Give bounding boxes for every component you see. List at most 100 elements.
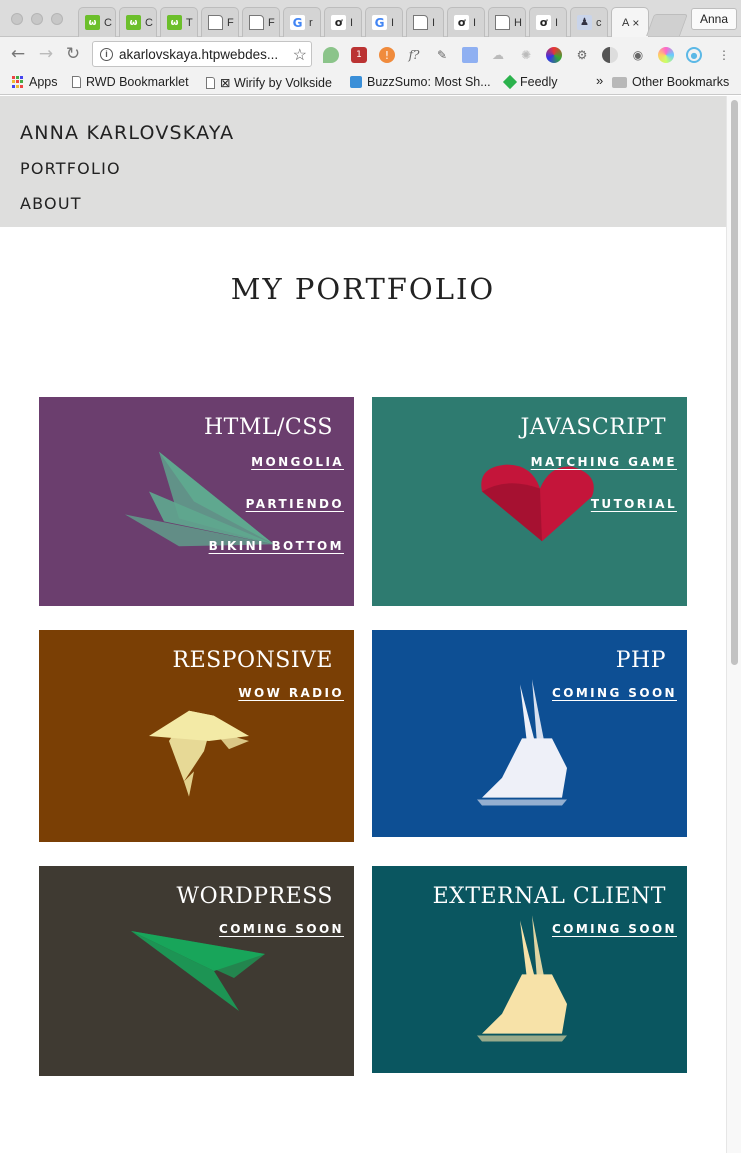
cloud-extension-icon[interactable]: ☁ [490, 47, 506, 63]
cp-favicon-icon: ơ [331, 15, 346, 30]
browser-tab[interactable]: ơI [447, 7, 485, 37]
browser-tab[interactable]: F [242, 7, 280, 37]
font-extension-icon[interactable]: f? [406, 47, 422, 63]
evernote-extension-icon[interactable] [323, 47, 339, 63]
forward-arrow-icon[interactable]: → [36, 44, 56, 64]
reload-icon[interactable]: ↻ [63, 44, 83, 64]
shield-extension-icon[interactable]: 1 [351, 47, 367, 63]
bookmark-buzzsumo[interactable]: BuzzSumo: Most Sh... [350, 75, 491, 89]
tab-title: C [104, 16, 112, 29]
browser-tab[interactable]: ơI [529, 7, 567, 37]
project-link[interactable]: PARTIENDO [246, 497, 344, 511]
portfolio-card-javascript: JAVASCRIPT MATCHING GAME TUTORIAL [372, 397, 687, 606]
tab-title: I [432, 16, 436, 29]
buzzsumo-icon [350, 76, 362, 88]
palette-extension-icon[interactable] [658, 47, 674, 63]
profile-button[interactable]: Anna [691, 8, 737, 30]
card-title: WORDPRESS [176, 884, 333, 909]
folder-icon [612, 76, 627, 88]
gear-extension-icon[interactable]: ✺ [518, 47, 534, 63]
browser-tab[interactable]: GI [365, 7, 403, 37]
browser-tab[interactable]: ơI [324, 7, 362, 37]
back-arrow-icon[interactable]: ← [8, 44, 28, 64]
ruler-extension-icon[interactable] [462, 47, 478, 63]
project-link[interactable]: TUTORIAL [591, 497, 677, 511]
bookmark-star-icon[interactable]: ☆ [293, 45, 307, 65]
bookmark-other[interactable]: Other Bookmarks [612, 75, 729, 89]
settings-gear-icon[interactable]: ⚙ [574, 47, 590, 63]
tab-title: F [268, 16, 275, 29]
card-title: PHP [615, 648, 666, 673]
browser-tab[interactable]: ♟ c [570, 7, 608, 37]
browser-tab[interactable]: ωT [160, 7, 198, 37]
project-link[interactable]: COMING SOON [552, 686, 677, 700]
nav-about[interactable]: ABOUT [20, 194, 82, 213]
eyedropper-icon[interactable]: ✎ [434, 47, 450, 63]
project-link[interactable]: BIKINI BOTTOM [209, 539, 344, 553]
page-viewport: ANNA KARLOVSKAYA PORTFOLIO ABOUT MY PORT… [0, 96, 741, 1153]
bookmark-label: Feedly [520, 75, 558, 89]
card-title: HTML/CSS [204, 415, 333, 440]
project-link[interactable]: MONGOLIA [251, 455, 344, 469]
project-link[interactable]: MATCHING GAME [531, 455, 677, 469]
alert-extension-icon[interactable]: ! [379, 47, 395, 63]
tab-title: T [186, 16, 193, 29]
project-link[interactable]: WOW RADIO [238, 686, 344, 700]
eye-extension-icon[interactable]: ◉ [630, 47, 646, 63]
apps-grid-icon [12, 76, 24, 88]
browser-tab-bar: ω Cω Cω T F F Gr ơ I G I Iơ I Hơ I ♟ c A × Anna [0, 0, 741, 37]
close-window-button[interactable] [11, 13, 23, 25]
bookmark-wirify[interactable]: ⊠ Wirify by Volkside [206, 75, 332, 90]
portfolio-card-external-client: EXTERNAL CLIENT COMING SOON [372, 866, 687, 1073]
bookmark-label: ⊠ Wirify by Volkside [220, 76, 332, 90]
tab-title: H [514, 16, 522, 29]
browser-tab[interactable]: F [201, 7, 239, 37]
browser-tab[interactable]: ωC [78, 7, 116, 37]
doc-favicon-icon [413, 15, 428, 30]
scrollbar-thumb[interactable] [731, 100, 738, 665]
portfolio-card-wordpress: WORDPRESS COMING SOON [39, 866, 354, 1076]
browser-tab[interactable]: ωC [119, 7, 157, 37]
green-favicon-icon: ω [85, 15, 100, 30]
tab-title: r [309, 16, 313, 29]
tab-title: A [622, 16, 630, 29]
cp-favicon-icon: ơ [536, 15, 551, 30]
tab-title: I [555, 16, 559, 29]
address-bar[interactable]: i akarlovskaya.htpwebdes... ☆ [92, 41, 312, 67]
tab-title: I [473, 16, 477, 29]
bookmark-rwd[interactable]: RWD Bookmarklet [72, 75, 189, 89]
bookmark-feedly[interactable]: Feedly [502, 74, 558, 90]
page-icon [72, 76, 81, 88]
page-icon [206, 76, 215, 89]
goog-favicon-icon: G [290, 15, 305, 30]
goog-favicon-icon: G [372, 15, 387, 30]
new-tab-button[interactable] [645, 14, 689, 36]
color-extension-icon[interactable] [546, 47, 562, 63]
contrast-extension-icon[interactable] [602, 47, 618, 63]
project-link[interactable]: COMING SOON [219, 922, 344, 936]
browser-tab[interactable]: Gr [283, 7, 321, 37]
target-extension-icon[interactable]: ● [686, 47, 702, 63]
green-favicon-icon: ω [167, 15, 182, 30]
browser-tab[interactable]: H [488, 7, 526, 37]
green-favicon-icon: ω [126, 15, 141, 30]
zoom-window-button[interactable] [51, 13, 63, 25]
vertical-scrollbar[interactable] [726, 96, 741, 1153]
doc-favicon-icon [495, 15, 510, 30]
bookmark-label: Apps [29, 75, 58, 89]
close-tab-icon[interactable]: × [632, 16, 639, 30]
bookmark-apps[interactable]: Apps [12, 75, 58, 89]
portfolio-card-php: PHP COMING SOON [372, 630, 687, 837]
page-title: MY PORTFOLIO [230, 272, 496, 306]
menu-dots-icon[interactable]: ⋮ [716, 47, 732, 63]
site-name[interactable]: ANNA KARLOVSKAYA [20, 122, 234, 144]
bookmarks-overflow-chevron[interactable]: » [596, 73, 603, 88]
url-text[interactable]: akarlovskaya.htpwebdes... [119, 47, 289, 62]
nav-portfolio[interactable]: PORTFOLIO [20, 159, 121, 178]
minimize-window-button[interactable] [31, 13, 43, 25]
browser-tab[interactable]: I [406, 7, 444, 37]
project-link[interactable]: COMING SOON [552, 922, 677, 936]
browser-tab[interactable]: A × [611, 7, 649, 37]
info-icon[interactable]: i [100, 47, 113, 61]
tab-title: F [227, 16, 234, 29]
